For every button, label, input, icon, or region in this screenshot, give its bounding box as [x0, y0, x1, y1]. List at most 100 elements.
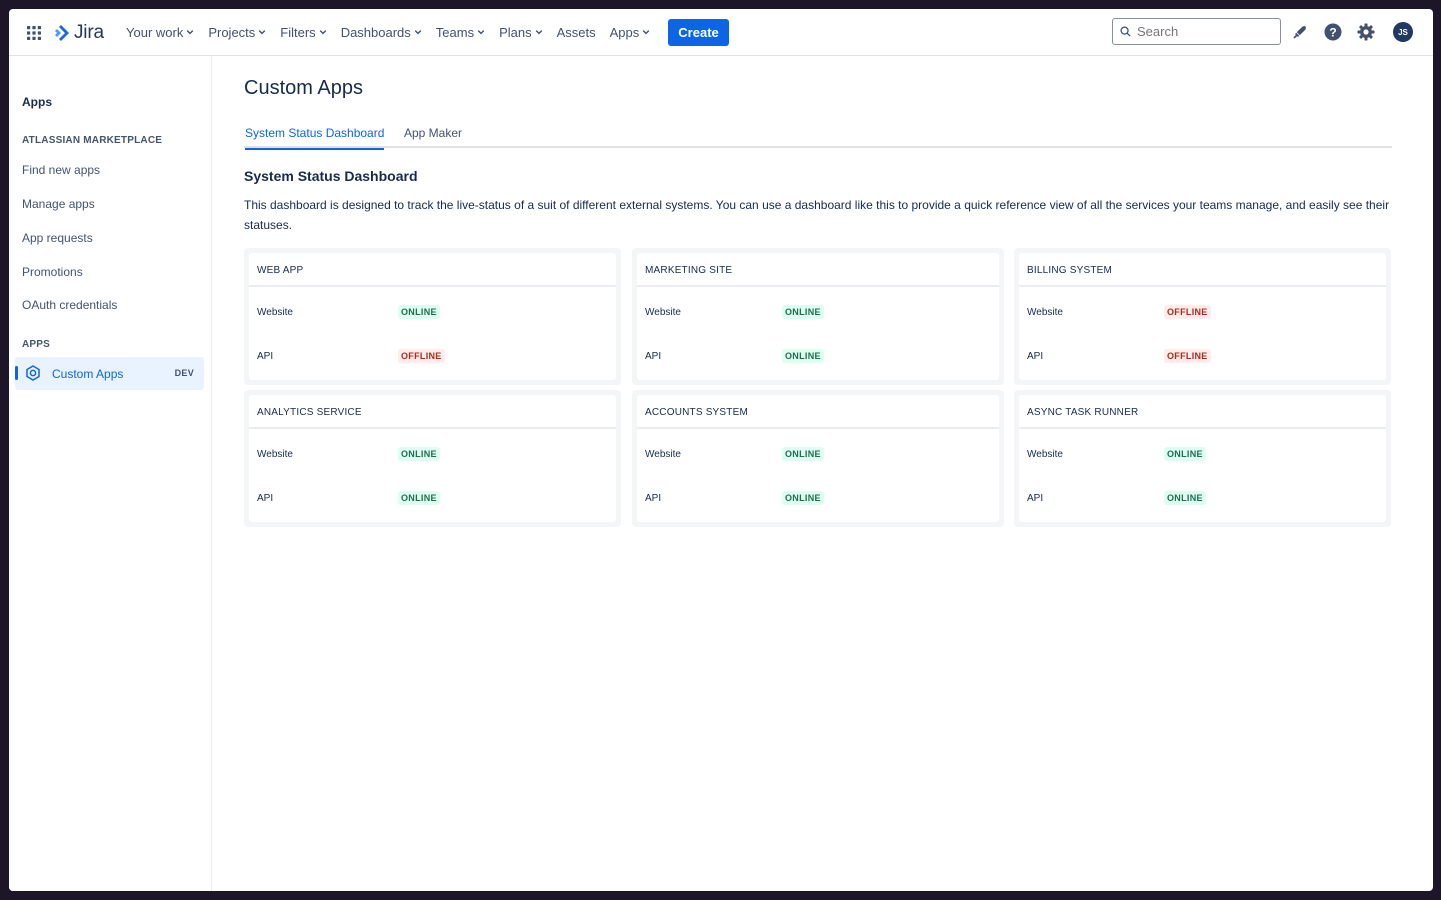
- status-card: WEB APP Website ONLINE API OFFLINE: [244, 248, 621, 385]
- status-badge: OFFLINE: [1164, 305, 1211, 319]
- primary-nav: Your work Projects Filters Dashboards Teams P…: [119, 9, 729, 55]
- nav-item-label: Projects: [208, 24, 256, 40]
- status-card: MARKETING SITE Website ONLINE API ONLINE: [632, 248, 1004, 385]
- service-label: Website: [257, 449, 293, 460]
- status-badge: ONLINE: [398, 491, 440, 505]
- tab-app-maker[interactable]: App Maker: [404, 126, 462, 148]
- status-badge: ONLINE: [1164, 447, 1206, 461]
- status-badge: OFFLINE: [398, 349, 445, 363]
- chevron-down-icon: [477, 30, 485, 35]
- app-window: Jira Your work Projects Filters Dashboards T…: [9, 9, 1433, 891]
- status-card-body: MARKETING SITE Website ONLINE API ONLINE: [637, 253, 999, 380]
- dev-badge: DEV: [174, 368, 194, 378]
- nav-item-label: Dashboards: [340, 24, 411, 40]
- sidebar-item-oauth-credentials[interactable]: OAuth credentials: [22, 298, 117, 312]
- tab-system-status-dashboard[interactable]: System Status Dashboard: [245, 126, 385, 150]
- system-name: BILLING SYSTEM: [1019, 253, 1386, 287]
- sidebar: Apps ATLASSIAN MARKETPLACE Find new apps…: [9, 56, 212, 891]
- service-label: API: [645, 351, 662, 362]
- nav-item-apps[interactable]: Apps: [603, 17, 658, 47]
- service-label: API: [645, 493, 662, 504]
- search-box[interactable]: [1112, 18, 1281, 45]
- apps-heading: APPS: [22, 339, 51, 350]
- nav-item-label: Apps: [609, 24, 640, 40]
- top-navigation: Jira Your work Projects Filters Dashboards T…: [9, 9, 1433, 56]
- system-name: WEB APP: [249, 253, 616, 287]
- service-label: Website: [1027, 307, 1063, 318]
- status-card: ANALYTICS SERVICE Website ONLINE API ONLINE: [244, 390, 621, 527]
- status-badge: ONLINE: [782, 491, 824, 505]
- search-input[interactable]: [1137, 24, 1267, 39]
- app-switcher-icon[interactable]: [27, 26, 41, 40]
- status-badge: ONLINE: [782, 305, 824, 319]
- svg-text:?: ?: [1329, 26, 1336, 40]
- chevron-down-icon: [642, 30, 650, 35]
- status-card: ASYNC TASK RUNNER Website ONLINE API ONLINE: [1014, 390, 1391, 527]
- status-card-body: ASYNC TASK RUNNER Website ONLINE API ONLINE: [1019, 395, 1386, 522]
- nav-item-dashboards[interactable]: Dashboards: [334, 17, 429, 47]
- system-name: MARKETING SITE: [637, 253, 999, 287]
- settings-gear-icon[interactable]: [1356, 22, 1376, 42]
- service-label: Website: [257, 307, 293, 318]
- service-label: Website: [645, 307, 681, 318]
- status-badge: ONLINE: [398, 447, 440, 461]
- chevron-down-icon: [187, 30, 194, 35]
- dashboard-description: This dashboard is designed to track the …: [244, 198, 1390, 232]
- jira-logo-text: Jira: [74, 22, 104, 43]
- status-card-body: ANALYTICS SERVICE Website ONLINE API ONLINE: [249, 395, 616, 522]
- service-label: API: [1027, 351, 1044, 362]
- status-badge: OFFLINE: [1164, 349, 1211, 363]
- active-indicator: [15, 366, 18, 380]
- service-label: Website: [1027, 449, 1063, 460]
- custom-app-icon: [26, 365, 40, 381]
- tab-bar: System Status Dashboard App Maker: [244, 126, 1392, 150]
- status-badge: ONLINE: [782, 447, 824, 461]
- status-badge: ONLINE: [1164, 491, 1206, 505]
- status-card-body: WEB APP Website ONLINE API OFFLINE: [249, 253, 616, 380]
- create-button[interactable]: Create: [668, 18, 729, 46]
- status-badge: ONLINE: [782, 349, 824, 363]
- sidebar-item-manage-apps[interactable]: Manage apps: [22, 197, 95, 211]
- user-avatar[interactable]: JS: [1393, 22, 1413, 42]
- nav-item-label: Teams: [435, 24, 475, 40]
- status-card-body: BILLING SYSTEM Website OFFLINE API OFFLINE: [1019, 253, 1386, 380]
- system-name: ANALYTICS SERVICE: [249, 395, 616, 429]
- system-name: ACCOUNTS SYSTEM: [637, 395, 999, 429]
- service-label: Website: [645, 449, 681, 460]
- nav-item-label: Your work: [126, 24, 184, 40]
- status-badge: ONLINE: [398, 305, 440, 319]
- sidebar-item-custom-apps[interactable]: Custom Apps DEV: [15, 357, 204, 390]
- nav-item-teams[interactable]: Teams: [429, 17, 492, 47]
- nav-item-your-work[interactable]: Your work: [119, 17, 201, 47]
- status-card: ACCOUNTS SYSTEM Website ONLINE API ONLINE: [632, 390, 1004, 527]
- chevron-down-icon: [414, 30, 422, 35]
- sidebar-item-promotions[interactable]: Promotions: [22, 265, 83, 279]
- nav-item-label: Plans: [499, 24, 532, 40]
- nav-item-label: Assets: [556, 24, 596, 40]
- nav-item-assets[interactable]: Assets: [550, 17, 603, 47]
- sidebar-item-app-requests[interactable]: App requests: [22, 231, 93, 245]
- marketplace-heading: ATLASSIAN MARKETPLACE: [22, 135, 163, 146]
- jira-logo[interactable]: Jira: [52, 22, 104, 44]
- nav-item-plans[interactable]: Plans: [492, 17, 550, 47]
- search-icon: [1120, 26, 1131, 37]
- sidebar-title: Apps: [22, 95, 52, 109]
- page-title: Custom Apps: [244, 77, 363, 99]
- sidebar-item-find-new-apps[interactable]: Find new apps: [22, 163, 100, 177]
- chevron-down-icon: [259, 30, 266, 35]
- nav-item-label: Filters: [280, 24, 316, 40]
- nav-item-filters[interactable]: Filters: [273, 17, 333, 47]
- nav-item-projects[interactable]: Projects: [201, 17, 273, 47]
- status-card: BILLING SYSTEM Website OFFLINE API OFFLINE: [1014, 248, 1391, 385]
- system-name: ASYNC TASK RUNNER: [1019, 395, 1386, 429]
- help-icon[interactable]: ?: [1323, 22, 1343, 42]
- service-label: API: [1027, 493, 1044, 504]
- service-label: API: [257, 351, 274, 362]
- sidebar-item-label: Custom Apps: [52, 367, 124, 381]
- service-label: API: [257, 493, 274, 504]
- chevron-down-icon: [535, 30, 542, 35]
- notifications-icon[interactable]: [1290, 22, 1310, 42]
- status-card-body: ACCOUNTS SYSTEM Website ONLINE API ONLINE: [637, 395, 999, 522]
- section-title: System Status Dashboard: [244, 168, 418, 184]
- jira-logo-icon: [55, 25, 69, 41]
